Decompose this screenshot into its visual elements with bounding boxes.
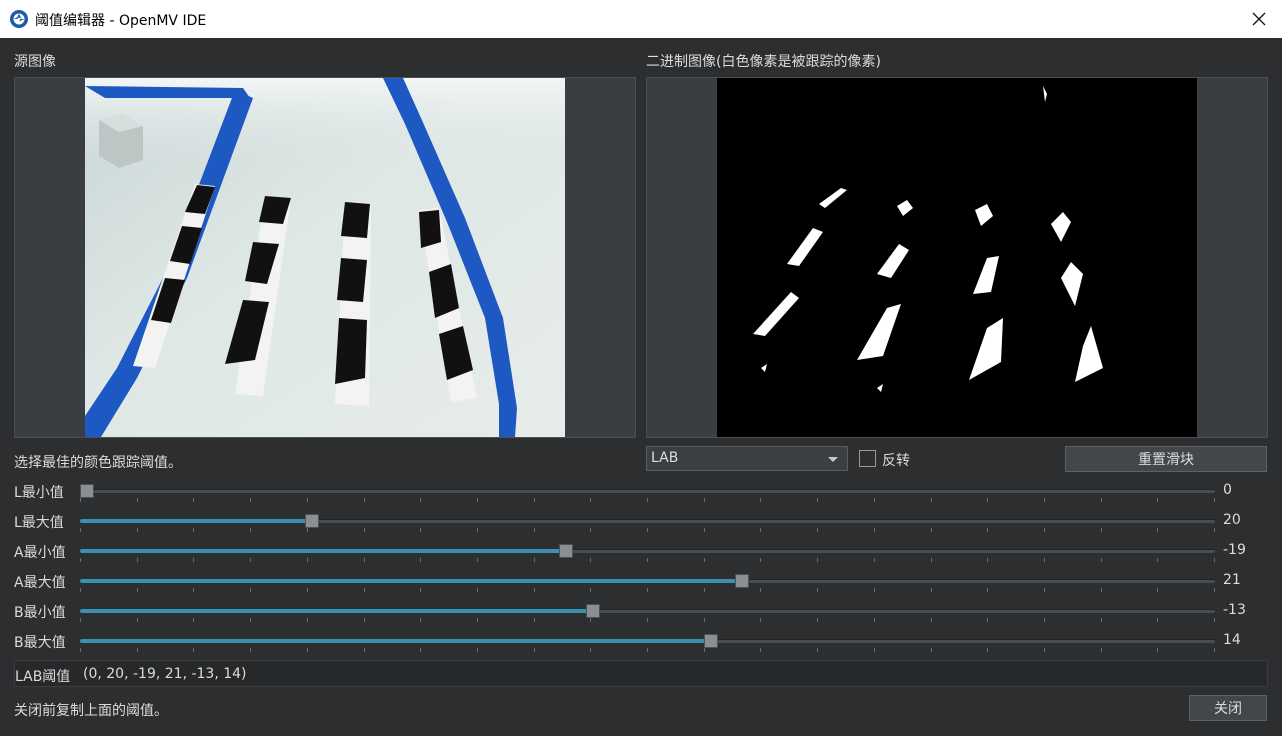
threshold-label: LAB阈值 [15,669,71,685]
binary-image-label: 二进制图像(白色像素是被跟踪的像素) [646,54,881,70]
slider-handle[interactable] [304,514,319,528]
source-image-pane [14,77,636,438]
tracking-hint: 选择最佳的颜色跟踪阈值。 [14,455,182,471]
slider-label: A最小值 [14,545,66,561]
slider-value: 21 [1223,572,1241,588]
threshold-value[interactable]: (0, 20, -19, 21, -13, 14) [83,666,247,682]
slider-handle[interactable] [734,574,749,588]
slider-ticks [80,498,1215,502]
slider-handle[interactable] [704,634,719,648]
a-max-slider[interactable] [80,569,1215,595]
slider-ticks [80,648,1215,652]
source-image-label: 源图像 [14,54,56,70]
openmv-logo-icon [10,10,28,28]
l-min-slider[interactable] [79,479,1215,505]
l-max-slider[interactable] [80,509,1215,535]
close-icon [1252,12,1266,26]
slider-ticks [80,558,1215,562]
slider-label: L最大值 [14,515,64,531]
slider-ticks [80,618,1215,622]
a-min-slider[interactable] [80,539,1215,565]
title-bar: 阈值编辑器 - OpenMV IDE [0,0,1282,38]
slider-label: B最小值 [14,605,66,621]
color-space-select[interactable]: LAB [646,446,848,471]
slider-ticks [80,588,1215,592]
reset-sliders-button[interactable]: 重置滑块 [1065,446,1267,472]
b-min-slider[interactable] [80,599,1215,625]
slider-handle[interactable] [586,604,601,618]
slider-handle[interactable] [558,544,573,558]
slider-value: 0 [1223,482,1232,498]
window-close-button[interactable] [1236,0,1282,38]
close-button[interactable]: 关闭 [1189,695,1267,721]
slider-fill [80,639,712,643]
slider-fill [80,609,594,613]
invert-checkbox[interactable] [859,450,876,467]
slider-fill [80,519,312,523]
slider-value: -19 [1223,542,1246,558]
threshold-field[interactable]: LAB阈值 (0, 20, -19, 21, -13, 14) [14,660,1268,687]
slider-value: 20 [1223,512,1241,528]
b-max-slider[interactable] [80,629,1215,655]
slider-handle[interactable] [79,484,94,498]
chevron-down-icon [828,457,838,462]
invert-label: 反转 [882,453,910,469]
slider-label: L最小值 [14,485,64,501]
binary-image [717,78,1197,437]
slider-value: 14 [1223,632,1241,648]
footer-hint: 关闭前复制上面的阈值。 [14,703,168,719]
slider-value: -13 [1223,602,1246,618]
slider-ticks [80,528,1215,532]
slider-label: B最大值 [14,635,66,651]
slider-fill [80,579,742,583]
slider-fill [80,549,566,553]
window-title: 阈值编辑器 - OpenMV IDE [35,13,207,29]
binary-image-pane [646,77,1268,438]
slider-label: A最大值 [14,575,66,591]
color-space-value: LAB [651,450,679,466]
source-image [85,78,565,437]
slider-track [80,489,1215,493]
